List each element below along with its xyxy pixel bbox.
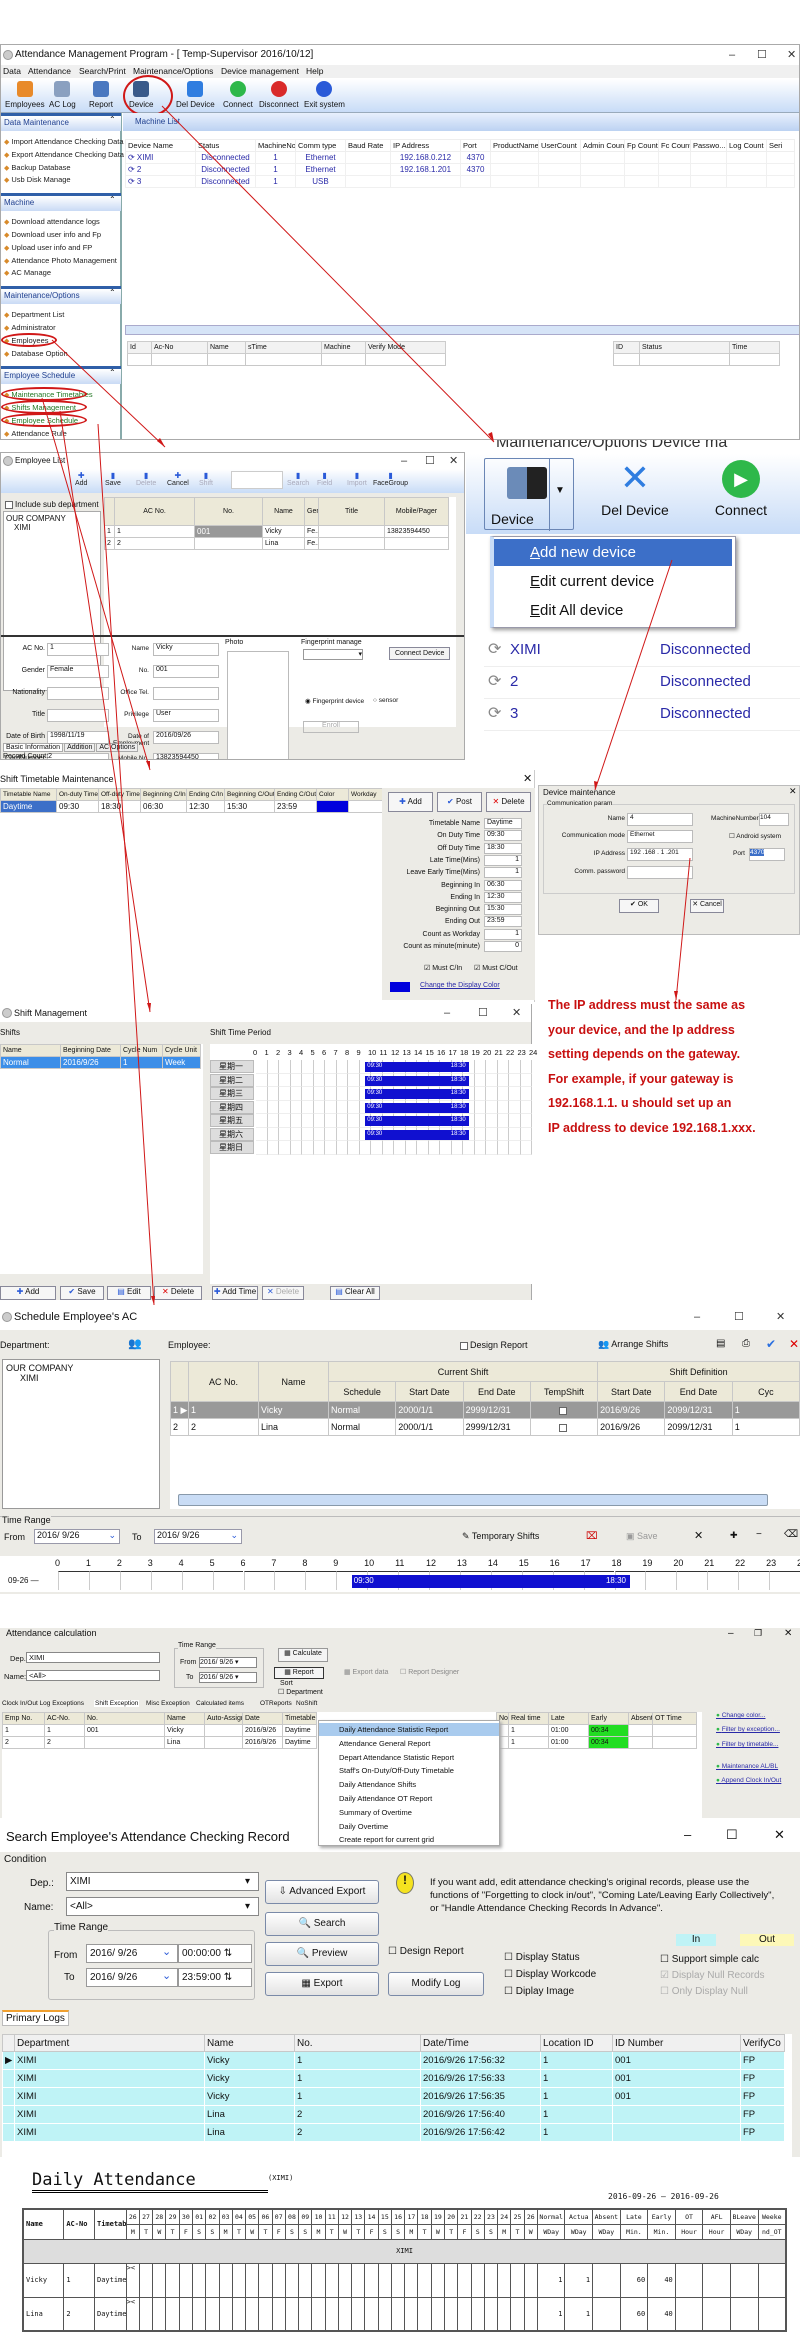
report-menu-item[interactable]: Summary of Overtime [319,1806,499,1819]
report-menu-item[interactable]: Daily Attendance Statistic Report [319,1723,499,1736]
arrow-employees [51,339,166,448]
arrow-timetables [41,397,151,771]
report-menu-item[interactable]: Attendance General Report [319,1737,499,1750]
report-menu-item[interactable]: Daily Overtime [319,1820,499,1833]
report-menu-item[interactable]: Daily Attendance OT Report [319,1792,499,1805]
report-dropdown-menu: Daily Attendance Statistic Report Attenda… [318,1720,500,1846]
annotation-arrows [41,105,691,1306]
arrow-schedule [97,423,155,1306]
arrow-shifts [59,410,151,1013]
arrow-add-device [594,559,673,791]
report-menu-item[interactable]: Staff's On-Duty/Off-Duty Timetable [319,1764,499,1777]
report-menu-item[interactable]: Depart Attendance Statistic Report [319,1751,499,1764]
report-menu-item[interactable]: Create report for current grid [319,1833,499,1846]
report-menu-item[interactable]: Daily Attendance Shifts [319,1778,499,1791]
arrow-ip [675,857,691,1001]
arrow-device [161,105,495,443]
